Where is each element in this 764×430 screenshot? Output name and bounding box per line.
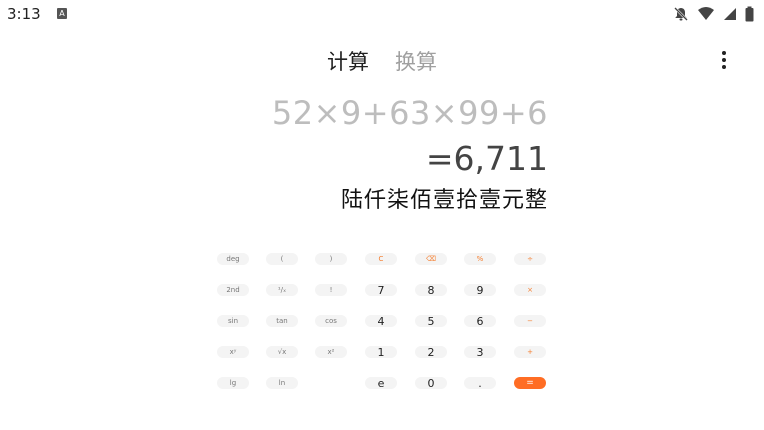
status-icons — [673, 6, 754, 22]
status-time: 3:13 — [7, 5, 41, 23]
tab-calculate[interactable]: 计算 — [327, 46, 369, 76]
key-button[interactable]: √x — [266, 346, 298, 358]
battery-icon — [745, 6, 754, 22]
key-button[interactable]: . — [464, 377, 496, 390]
wifi-icon — [698, 7, 714, 20]
key-button[interactable]: + — [514, 346, 546, 358]
key-button[interactable]: cos — [315, 315, 347, 327]
cellular-signal-icon — [724, 8, 736, 20]
notifications-off-icon — [674, 7, 688, 21]
key-button[interactable]: lg — [217, 377, 249, 389]
key-button[interactable]: ! — [315, 284, 347, 296]
key-button[interactable]: − — [514, 315, 546, 327]
key-button[interactable]: 4 — [365, 315, 397, 328]
key-button[interactable]: % — [464, 253, 496, 265]
key-button[interactable]: 2 — [415, 346, 447, 359]
key-button[interactable]: 8 — [415, 284, 447, 297]
key-button[interactable]: 2nd — [217, 284, 249, 296]
key-button[interactable]: 5 — [415, 315, 447, 328]
key-button[interactable]: 3 — [464, 346, 496, 359]
accessibility-badge-icon: A — [57, 8, 67, 19]
key-button[interactable]: x² — [315, 346, 347, 358]
key-button[interactable]: 9 — [464, 284, 496, 297]
key-button[interactable]: × — [514, 284, 546, 296]
key-button[interactable]: 7 — [365, 284, 397, 297]
key-button[interactable]: C — [365, 253, 397, 265]
result-display: =6,711 — [425, 139, 548, 178]
key-button[interactable]: = — [514, 377, 546, 389]
key-button[interactable]: 1 — [365, 346, 397, 359]
key-button[interactable]: ln — [266, 377, 298, 389]
chinese-amount-display: 陆仟柒佰壹拾壹元整 — [340, 188, 548, 213]
key-button[interactable]: tan — [266, 315, 298, 327]
key-button[interactable]: xʸ — [217, 346, 249, 358]
key-button[interactable]: ¹/ₓ — [266, 284, 298, 296]
key-button[interactable]: 6 — [464, 315, 496, 328]
tab-convert[interactable]: 换算 — [395, 46, 437, 76]
key-button[interactable]: ÷ — [514, 253, 546, 265]
expression-display: 52×9+63×99+6 — [271, 94, 548, 132]
more-options-icon[interactable] — [718, 49, 730, 71]
key-button[interactable]: sin — [217, 315, 249, 327]
key-button[interactable]: ( — [266, 253, 298, 265]
key-button[interactable]: 0 — [415, 377, 447, 390]
mode-tabs: 计算 换算 — [0, 46, 764, 76]
keypad-blank — [315, 377, 347, 389]
key-button[interactable]: ⌫ — [415, 253, 447, 265]
key-button[interactable]: e — [365, 377, 397, 390]
key-button[interactable]: deg — [217, 253, 249, 265]
key-button[interactable]: ) — [315, 253, 347, 265]
